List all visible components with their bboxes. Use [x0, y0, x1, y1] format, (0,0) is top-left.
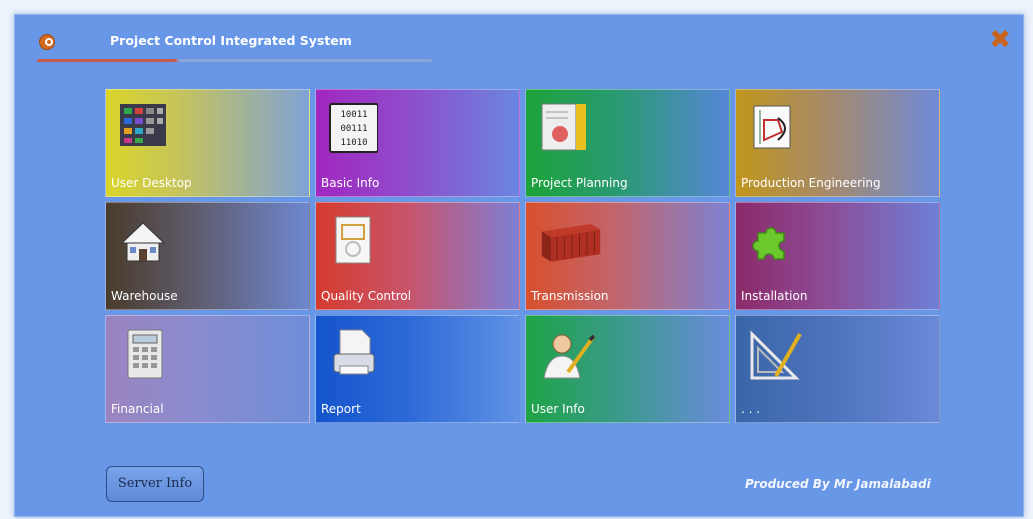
module-grid: User Desktop 10011 00111 11010 Basic Inf…	[105, 89, 941, 423]
app-menu-icon[interactable]	[39, 34, 55, 50]
tile-label: Transmission	[531, 289, 609, 303]
svg-text:11010: 11010	[340, 138, 367, 148]
credit-text: Produced By Mr Jamalabadi	[745, 477, 931, 491]
tile-financial[interactable]: Financial	[105, 315, 310, 423]
tile-more[interactable]: . . .	[735, 315, 940, 423]
tile-label: User Desktop	[111, 176, 192, 190]
tile-label: Installation	[741, 289, 808, 303]
tile-report[interactable]: Report	[315, 315, 520, 423]
tile-project-planning[interactable]: Project Planning	[525, 89, 730, 197]
title-underline	[37, 59, 432, 62]
printer-icon	[333, 329, 375, 375]
quality-document-icon	[335, 216, 371, 264]
tile-label: Financial	[111, 402, 164, 416]
svg-text:00111: 00111	[340, 124, 367, 134]
tile-basic-info[interactable]: 10011 00111 11010 Basic Info	[315, 89, 520, 197]
close-icon[interactable]: ✖	[989, 27, 1011, 53]
tile-label: User Info	[531, 402, 585, 416]
puzzle-piece-icon	[752, 227, 785, 260]
calculator-icon	[127, 329, 163, 379]
tile-label: Production Engineering	[741, 176, 881, 190]
drafting-tools-icon	[750, 330, 802, 380]
shipping-container-icon	[541, 224, 601, 262]
planning-document-icon	[541, 103, 586, 151]
tile-transmission[interactable]: Transmission	[525, 202, 730, 310]
tile-user-info[interactable]: User Info	[525, 315, 730, 423]
desktop-apps-icon	[120, 104, 166, 146]
binary-data-icon: 10011 00111 11010	[329, 103, 378, 153]
user-pencil-icon	[543, 334, 596, 379]
tile-label: Project Planning	[531, 176, 628, 190]
tile-label: . . .	[741, 402, 761, 416]
engineering-drawing-icon	[753, 105, 791, 149]
tile-label: Quality Control	[321, 289, 412, 303]
tile-quality-control[interactable]: Quality Control	[315, 202, 520, 310]
svg-text:10011: 10011	[340, 110, 367, 120]
tile-user-desktop[interactable]: User Desktop	[105, 89, 310, 197]
main-window: Project Control Integrated System ✖ User…	[14, 14, 1024, 517]
tile-production-engineering[interactable]: Production Engineering	[735, 89, 940, 197]
house-icon	[120, 222, 166, 262]
server-info-button[interactable]: Server Info	[106, 466, 204, 502]
tile-label: Warehouse	[111, 289, 178, 303]
tile-installation[interactable]: Installation	[735, 202, 940, 310]
tile-label: Report	[321, 402, 361, 416]
window-title: Project Control Integrated System	[110, 33, 352, 48]
tile-warehouse[interactable]: Warehouse	[105, 202, 310, 310]
tile-label: Basic Info	[321, 176, 380, 190]
